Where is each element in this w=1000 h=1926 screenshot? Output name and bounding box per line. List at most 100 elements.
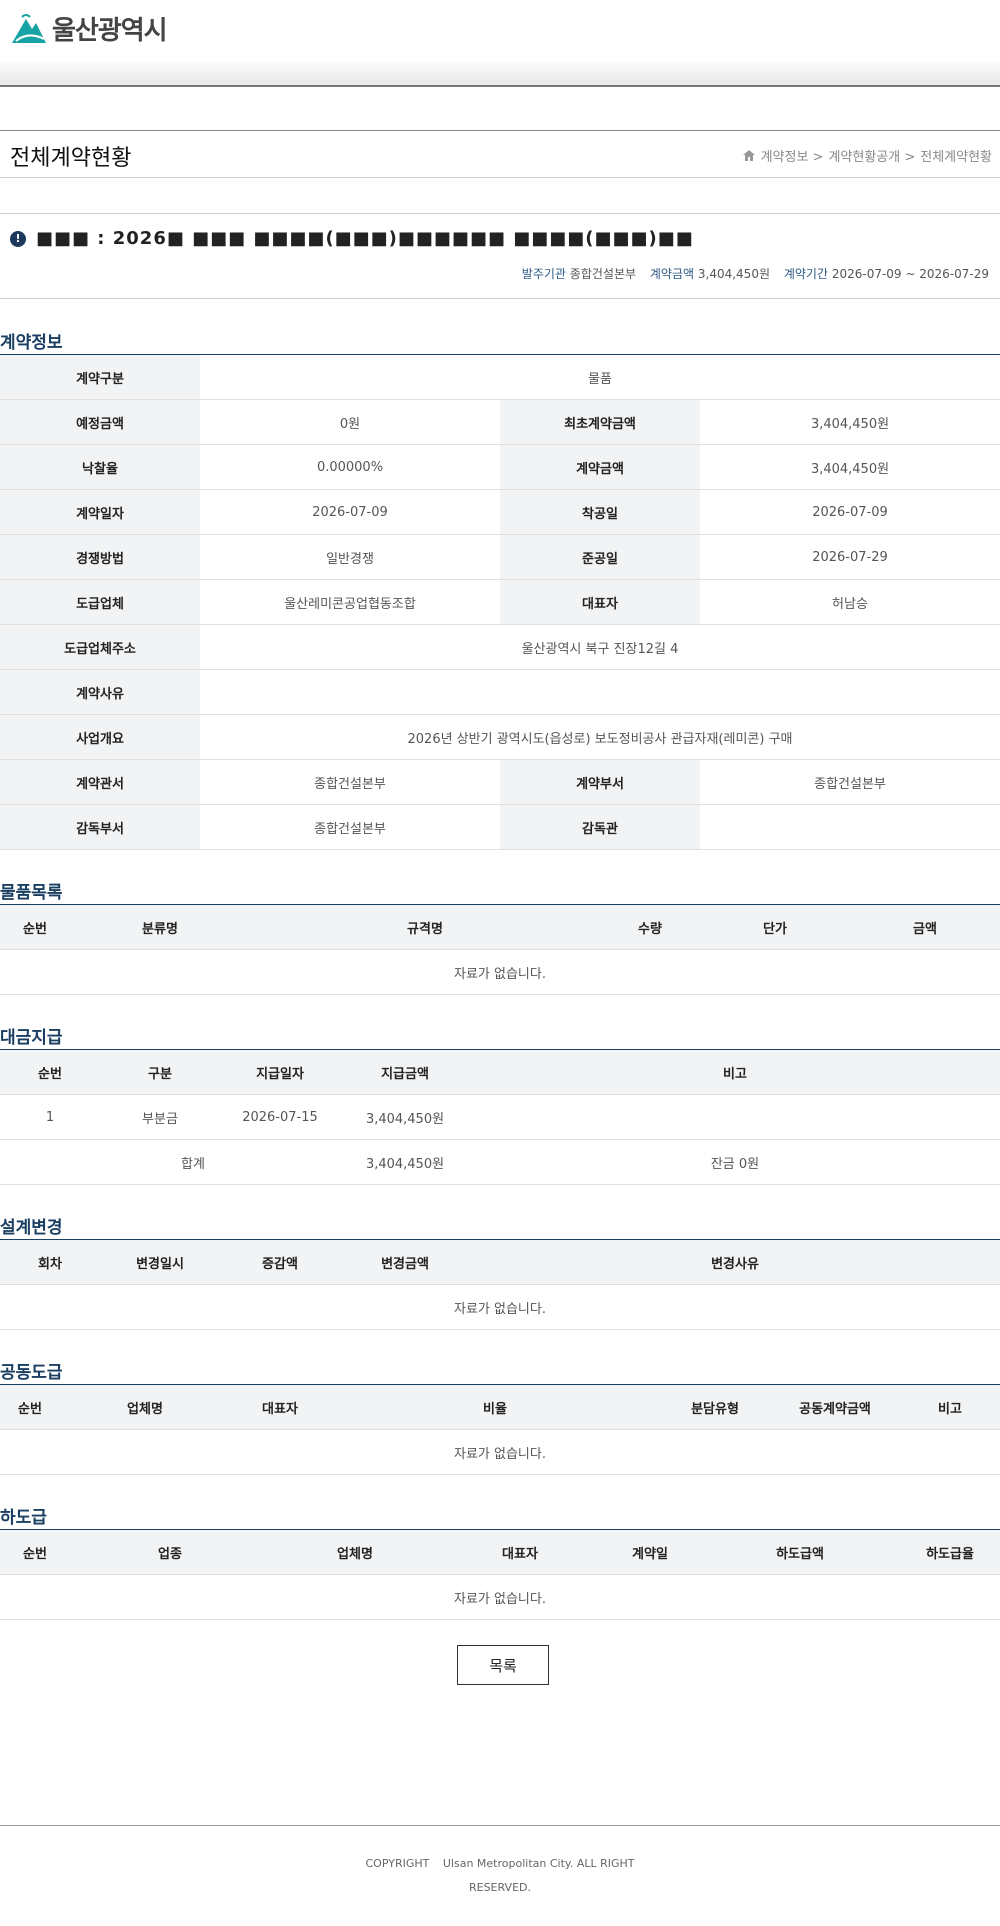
column-header: 업체명 (270, 1529, 440, 1575)
title-bar: 전체계약현황 계약정보 > 계약현황공개 > 전체계약현황 (0, 130, 1000, 178)
footer-divider (0, 1825, 1000, 1826)
column-header: 변경일시 (100, 1239, 220, 1285)
ulsan-logo-icon (12, 13, 46, 43)
footer: COPYRIGHT Ulsan Metropolitan City. ALL R… (0, 1852, 1000, 1900)
column-header: 구분 (100, 1049, 220, 1095)
value-supervising-dept: 종합건설본부 (200, 804, 500, 850)
label-company: 도급업체 (0, 579, 200, 625)
value-representative: 허남승 (700, 579, 1000, 625)
contract-info-table: 계약구분 물품 예정금액 0원 최초계약금액 3,404,450원 낙찰율 0.… (0, 354, 1000, 850)
column-header: 분담유형 (660, 1384, 770, 1430)
label-reason: 계약사유 (0, 669, 200, 715)
logo-text: 울산광역시 (52, 16, 168, 46)
table-row: 자료가 없습니다. (0, 1429, 1000, 1475)
list-button[interactable]: 목록 (457, 1645, 549, 1685)
breadcrumb: 계약정보 > 계약현황공개 > 전체계약현황 (742, 146, 992, 165)
column-header: 비고 (470, 1049, 1000, 1095)
column-header: 대표자 (230, 1384, 330, 1430)
divider (0, 298, 1000, 299)
table-row: 계약구분 물품 (0, 354, 1000, 400)
breadcrumb-item-current: 전체계약현황 (920, 150, 992, 165)
table-row: 낙찰율 0.00000% 계약금액 3,404,450원 (0, 444, 1000, 490)
column-header: 지급금액 (340, 1049, 470, 1095)
column-header: 분류명 (70, 904, 250, 950)
value-company: 울산레미콘공업협동조합 (200, 579, 500, 625)
joint-contract-table: 순번 업체명 대표자 비율 분담유형 공동계약금액 비고 자료가 없습니다. (0, 1384, 1000, 1475)
column-header: 하도급율 (900, 1529, 1000, 1575)
column-header: 하도급액 (700, 1529, 900, 1575)
label-summary: 사업개요 (0, 714, 200, 760)
total-label: 합계 (0, 1139, 340, 1185)
table-header-row: 회차 변경일시 증감액 변경금액 변경사유 (0, 1239, 1000, 1285)
breadcrumb-item-contract-status[interactable]: 계약현황공개 > (828, 146, 915, 165)
divider (0, 213, 1000, 214)
column-header: 대표자 (440, 1529, 600, 1575)
label-address: 도급업체주소 (0, 624, 200, 670)
breadcrumb-item-contract-info[interactable]: 계약정보 > (761, 146, 824, 165)
value-supervisor (700, 804, 1000, 850)
label-contract-type: 계약구분 (0, 354, 200, 400)
label-supervising-dept: 감독부서 (0, 804, 200, 850)
label-contract-date: 계약일자 (0, 489, 200, 535)
column-header: 단가 (700, 904, 850, 950)
column-header: 변경금액 (340, 1239, 470, 1285)
page-title: 전체계약현황 (10, 146, 132, 171)
column-header: 비율 (330, 1384, 660, 1430)
column-header: 변경사유 (470, 1239, 1000, 1285)
section-title-contract-info: 계약정보 (0, 333, 63, 353)
value-reason (200, 669, 1000, 715)
value-start-date: 2026-07-09 (700, 489, 1000, 535)
table-row: 계약일자 2026-07-09 착공일 2026-07-09 (0, 489, 1000, 535)
empty-message: 자료가 없습니다. (0, 949, 1000, 995)
section-title-joint-contract: 공동도급 (0, 1363, 63, 1383)
section-title-payment: 대금지급 (0, 1028, 63, 1048)
meta-label-amount: 계약금액 (649, 267, 695, 281)
total-balance: 잔금 0원 (470, 1139, 1000, 1185)
column-header: 계약일 (600, 1529, 700, 1575)
empty-message: 자료가 없습니다. (0, 1284, 1000, 1330)
value-contract-date: 2026-07-09 (200, 489, 500, 535)
footer-line2: RESERVED. (468, 1881, 531, 1894)
exclamation-icon: ! (10, 230, 26, 247)
home-icon[interactable] (742, 149, 756, 162)
value-method: 일반경쟁 (200, 534, 500, 580)
footer-copyright: COPYRIGHT (365, 1857, 430, 1870)
column-header: 회차 (0, 1239, 100, 1285)
label-office: 계약관서 (0, 759, 200, 805)
label-start-date: 착공일 (500, 489, 700, 535)
section-title-goods: 물품목록 (0, 883, 63, 903)
column-header: 순번 (0, 1049, 100, 1095)
payment-table: 순번 구분 지급일자 지급금액 비고 1 부분금 2026-07-15 3,40… (0, 1049, 1000, 1185)
payment-no: 1 (0, 1094, 100, 1140)
payment-date: 2026-07-15 (220, 1094, 340, 1140)
column-header: 공동계약금액 (770, 1384, 900, 1430)
table-row: 계약사유 (0, 669, 1000, 715)
goods-table: 순번 분류명 규격명 수량 단가 금액 자료가 없습니다. (0, 904, 1000, 995)
label-end-date: 준공일 (500, 534, 700, 580)
value-bid-rate: 0.00000% (200, 444, 500, 490)
section-title-design-change: 설계변경 (0, 1218, 63, 1238)
table-header-row: 순번 분류명 규격명 수량 단가 금액 (0, 904, 1000, 950)
global-nav-bar (0, 62, 1000, 87)
total-amount: 3,404,450원 (340, 1139, 470, 1185)
meta-label-period: 계약기간 (783, 267, 828, 281)
value-contract-type: 물품 (200, 354, 1000, 400)
table-row: 자료가 없습니다. (0, 1284, 1000, 1330)
table-header-row: 순번 구분 지급일자 지급금액 비고 (0, 1049, 1000, 1095)
empty-message: 자료가 없습니다. (0, 1574, 1000, 1620)
label-method: 경쟁방법 (0, 534, 200, 580)
footer-line1: Ulsan Metropolitan City. ALL RIGHT (442, 1857, 635, 1870)
label-representative: 대표자 (500, 579, 700, 625)
meta-value-period: 2026-07-09 ~ 2026-07-29 (831, 267, 989, 281)
logo[interactable]: 울산광역시 (10, 10, 168, 47)
section-title-subcontract: 하도급 (0, 1508, 47, 1528)
column-header: 지급일자 (220, 1049, 340, 1095)
value-summary: 2026년 상반기 광역시도(읍성로) 보도정비공사 관급자재(레미콘) 구매 (200, 714, 1000, 760)
label-contract-amount: 계약금액 (500, 444, 700, 490)
table-row: 도급업체 울산레미콘공업협동조합 대표자 허남승 (0, 579, 1000, 625)
value-estimated-amount: 0원 (200, 399, 500, 445)
column-header: 수량 (600, 904, 700, 950)
payment-amount: 3,404,450원 (340, 1094, 470, 1140)
table-row: 감독부서 종합건설본부 감독관 (0, 804, 1000, 850)
table-row: 자료가 없습니다. (0, 1574, 1000, 1620)
